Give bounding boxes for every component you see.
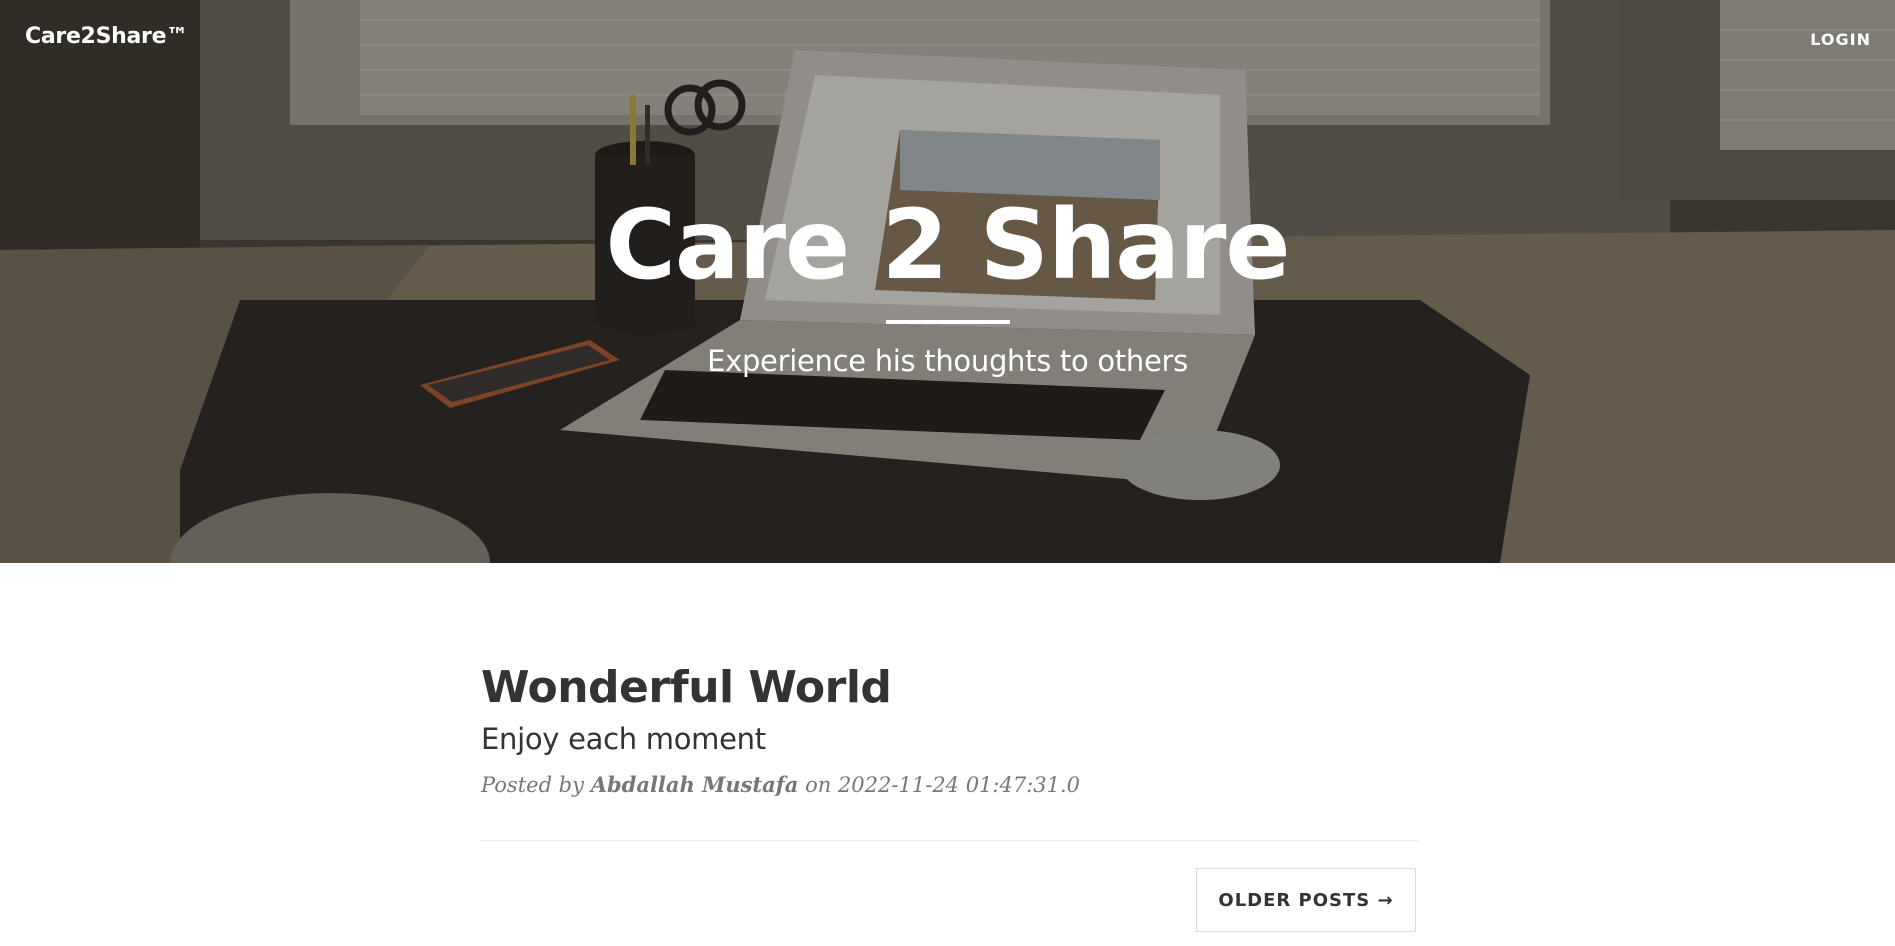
post-list: Wonderful World Enjoy each moment Posted… (481, 660, 1418, 818)
brand-link[interactable]: Care2Share™ (25, 24, 188, 49)
hero-header: Care2Share™ LOGIN Care 2 Share Experienc… (0, 0, 1895, 563)
older-posts-button[interactable]: OLDER POSTS → (1196, 868, 1416, 932)
post-divider (481, 840, 1418, 841)
post-meta-prefix: Posted by (481, 773, 584, 797)
post-meta: Posted by Abdallah Mustafa on 2022-11-24… (481, 772, 1418, 797)
title-divider (885, 320, 1010, 324)
site-subtitle: Experience his thoughts to others (707, 344, 1188, 378)
post-title-link[interactable]: Wonderful World (481, 660, 1418, 716)
post-date: 2022-11-24 01:47:31.0 (837, 773, 1081, 797)
site-heading: Care 2 Share Experience his thoughts to … (0, 190, 1895, 378)
post-preview: Wonderful World Enjoy each moment Posted… (481, 660, 1418, 797)
navbar: Care2Share™ LOGIN (0, 0, 1895, 78)
site-title: Care 2 Share (605, 189, 1290, 301)
login-link[interactable]: LOGIN (1810, 30, 1871, 49)
post-author-link[interactable]: Abdallah Mustafa (591, 772, 799, 797)
post-meta-on: on (805, 773, 832, 797)
post-subtitle: Enjoy each moment (481, 722, 766, 756)
